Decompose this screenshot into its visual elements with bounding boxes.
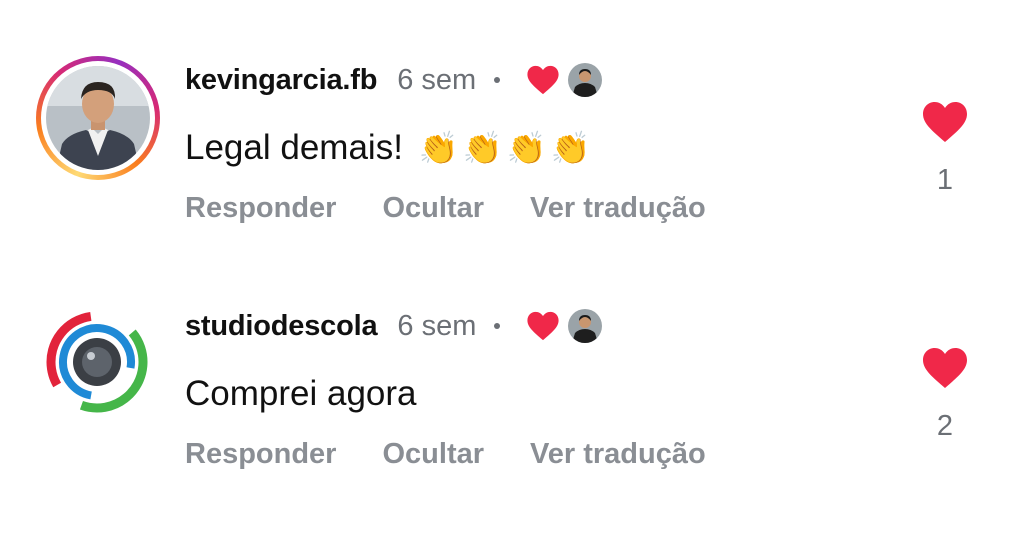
creator-avatar — [568, 309, 603, 343]
like-control: 1 — [918, 100, 972, 197]
heart-icon[interactable] — [921, 346, 969, 390]
translate-button[interactable]: Ver tradução — [530, 438, 706, 471]
comment-text: Legal demais! 👏 👏 👏 👏 — [185, 128, 590, 168]
like-control: 2 — [918, 346, 972, 443]
heart-icon — [527, 311, 559, 341]
comment-body: Legal demais! — [185, 128, 403, 167]
heart-icon[interactable] — [921, 100, 969, 144]
reply-button[interactable]: Responder — [185, 192, 336, 225]
heart-icon — [527, 65, 559, 95]
comment-text: Comprei agora — [185, 374, 417, 414]
profile-photo — [46, 66, 150, 170]
reply-button[interactable]: Responder — [185, 438, 336, 471]
separator-dot — [494, 77, 501, 83]
comment-actions: Responder Ocultar Ver tradução — [185, 438, 752, 471]
translate-button[interactable]: Ver tradução — [530, 192, 706, 225]
comment-header: kevingarcia.fb 6 sem — [185, 60, 603, 100]
like-count[interactable]: 1 — [918, 164, 972, 197]
hide-button[interactable]: Ocultar — [382, 438, 484, 471]
clap-emoji: 👏 — [550, 130, 591, 166]
clap-emoji: 👏 — [418, 130, 459, 166]
timestamp: 6 sem — [397, 309, 477, 342]
comment-actions: Responder Ocultar Ver tradução — [185, 192, 752, 225]
comment-item: studiodescola 6 sem Comprei agora Respon… — [0, 298, 1024, 498]
clap-emoji: 👏 — [462, 130, 503, 166]
comment-item: kevingarcia.fb 6 sem Legal demais! 👏 👏 👏… — [0, 52, 1024, 252]
comment-body: Comprei agora — [185, 374, 417, 413]
comment-header: studiodescola 6 sem — [185, 306, 603, 346]
hide-button[interactable]: Ocultar — [382, 192, 484, 225]
like-count[interactable]: 2 — [918, 410, 972, 443]
camera-lens-logo-icon — [46, 311, 148, 413]
username[interactable]: kevingarcia.fb — [185, 64, 377, 97]
avatar[interactable] — [45, 310, 149, 414]
timestamp: 6 sem — [397, 63, 477, 96]
creator-avatar — [568, 63, 603, 97]
avatar[interactable] — [36, 56, 160, 180]
clap-emoji: 👏 — [506, 130, 547, 166]
separator-dot — [494, 323, 501, 329]
username[interactable]: studiodescola — [185, 310, 378, 343]
person-portrait-icon — [46, 66, 150, 170]
